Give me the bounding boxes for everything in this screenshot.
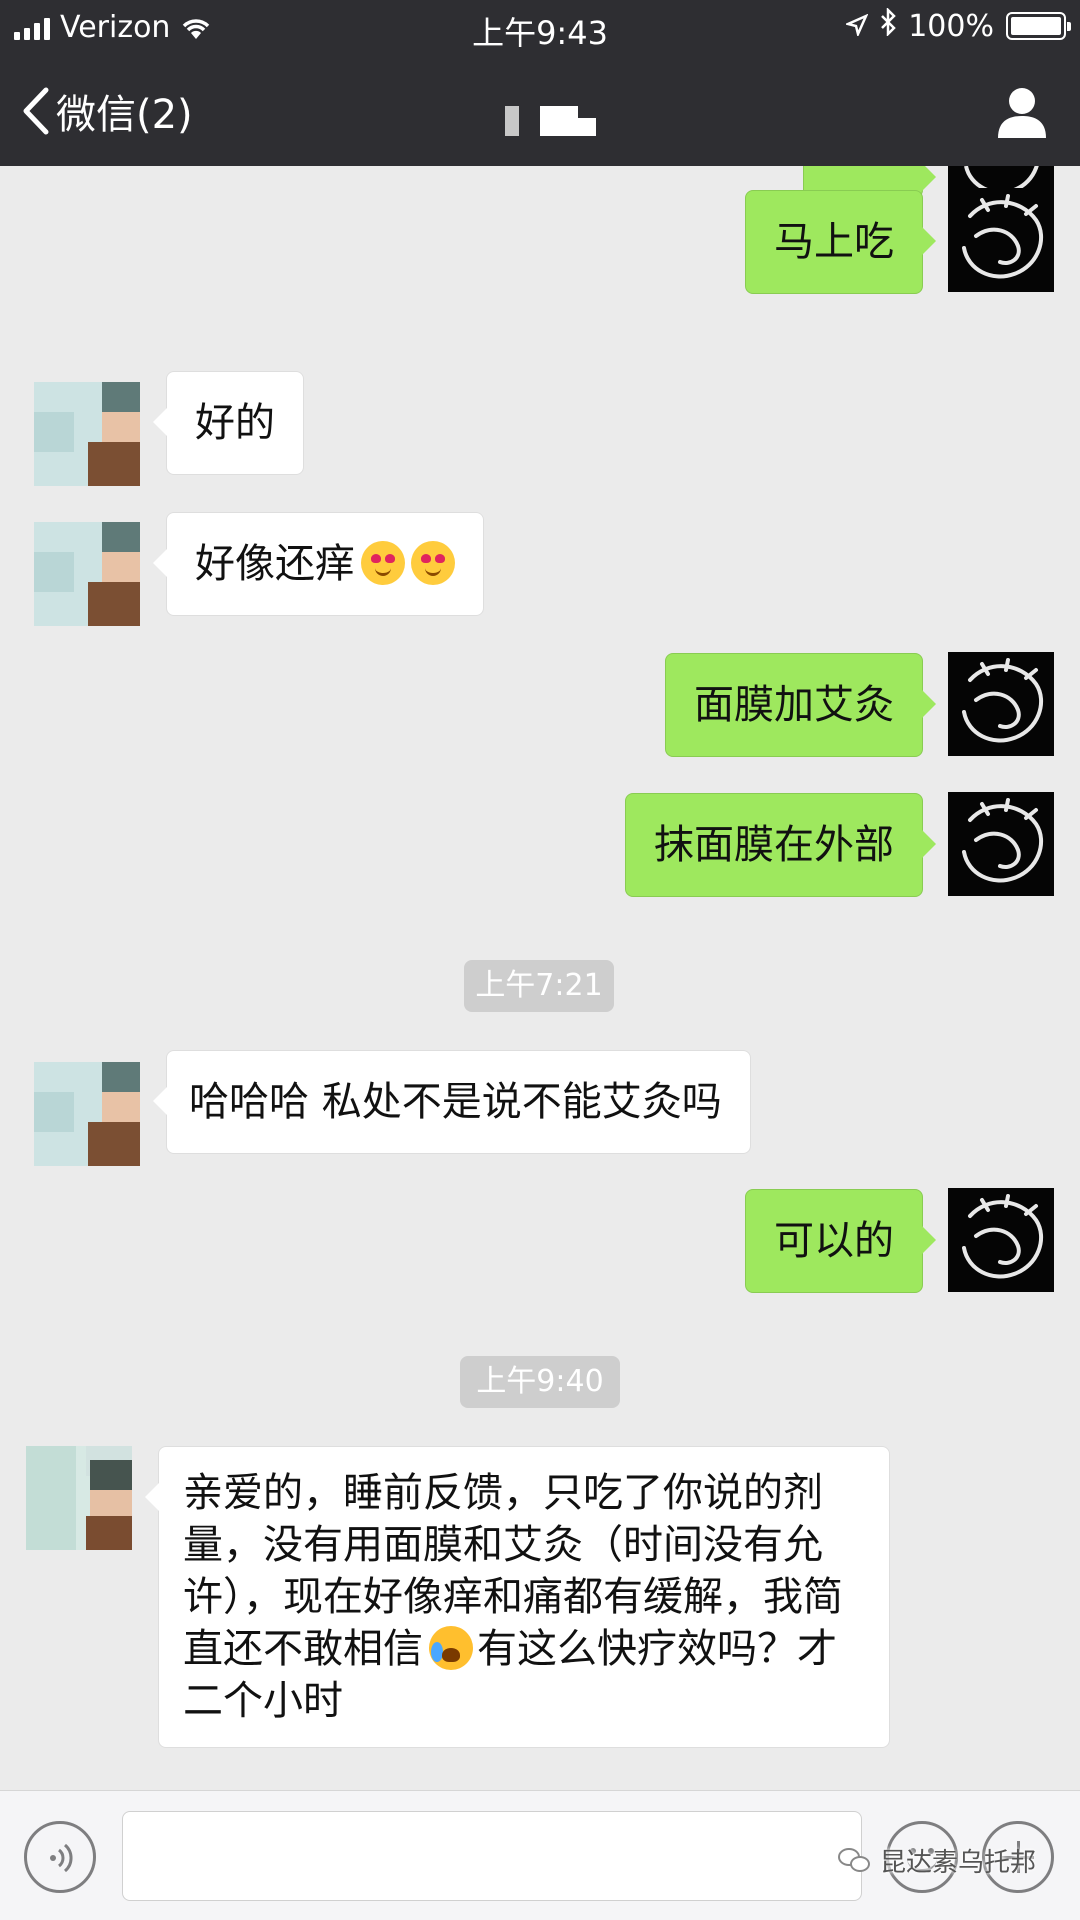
status-bar: Verizon 上午9:43 100% <box>0 0 1080 56</box>
message-input[interactable] <box>122 1811 862 1901</box>
message-bubble-me[interactable]: 抹面膜在外部 <box>625 793 936 897</box>
time-separator: 上午7:21 <box>464 960 614 1012</box>
message-bubble-me[interactable]: 马上吃 <box>745 190 936 294</box>
my-avatar[interactable] <box>948 1188 1054 1292</box>
person-icon <box>994 88 1050 144</box>
message-bubble-them[interactable]: 好像还痒 <box>153 512 484 616</box>
crying-emoji-icon <box>429 1626 473 1670</box>
top-bar: Verizon 上午9:43 100% 微信(2) <box>0 0 1080 166</box>
my-avatar[interactable] <box>948 188 1054 292</box>
heart-eyes-emoji-icon <box>361 541 405 585</box>
message-bubble-them[interactable]: 哈哈哈 私处不是说不能艾灸吗 <box>153 1050 751 1154</box>
bluetooth-icon <box>880 6 896 44</box>
contact-avatar[interactable] <box>34 382 140 486</box>
heart-eyes-emoji-icon <box>411 541 455 585</box>
wechat-logo-icon <box>838 1847 872 1874</box>
nav-bar: 微信(2) <box>0 56 1080 166</box>
back-label: 微信(2) <box>56 92 193 138</box>
message-text: 好像还痒 <box>195 541 355 587</box>
message-bubble-me[interactable]: 可以的 <box>745 1189 936 1293</box>
watermark: 昆达素乌托邦 <box>838 1842 1036 1879</box>
profile-button[interactable] <box>994 84 1050 140</box>
contact-avatar[interactable] <box>34 1062 140 1166</box>
contact-avatar[interactable] <box>34 522 140 626</box>
location-icon <box>844 9 869 44</box>
battery-icon <box>1006 12 1071 40</box>
chat-area[interactable]: 马上吃 好的 好像还痒 面膜加艾灸 抹面膜在外部 上午7:21 哈哈哈 私处不是… <box>0 166 1080 1790</box>
chat-title-redacted <box>505 106 596 136</box>
voice-icon <box>50 1843 73 1873</box>
back-button[interactable]: 微信(2) <box>22 82 193 140</box>
message-bubble-me[interactable]: 面膜加艾灸 <box>665 653 936 757</box>
my-avatar[interactable] <box>948 792 1054 896</box>
battery-percent: 100% <box>908 8 994 44</box>
chevron-left-icon <box>22 86 50 136</box>
time-separator: 上午9:40 <box>460 1356 620 1408</box>
voice-input-button[interactable] <box>24 1821 96 1893</box>
my-avatar[interactable] <box>948 652 1054 756</box>
contact-avatar[interactable] <box>26 1446 132 1550</box>
message-bubble-them[interactable]: 亲爱的，睡前反馈，只吃了你说的剂量，没有用面膜和艾灸（时间没有允许），现在好像痒… <box>145 1446 890 1748</box>
watermark-text: 昆达素乌托邦 <box>880 1848 1037 1878</box>
message-bubble-them[interactable]: 好的 <box>153 371 304 475</box>
